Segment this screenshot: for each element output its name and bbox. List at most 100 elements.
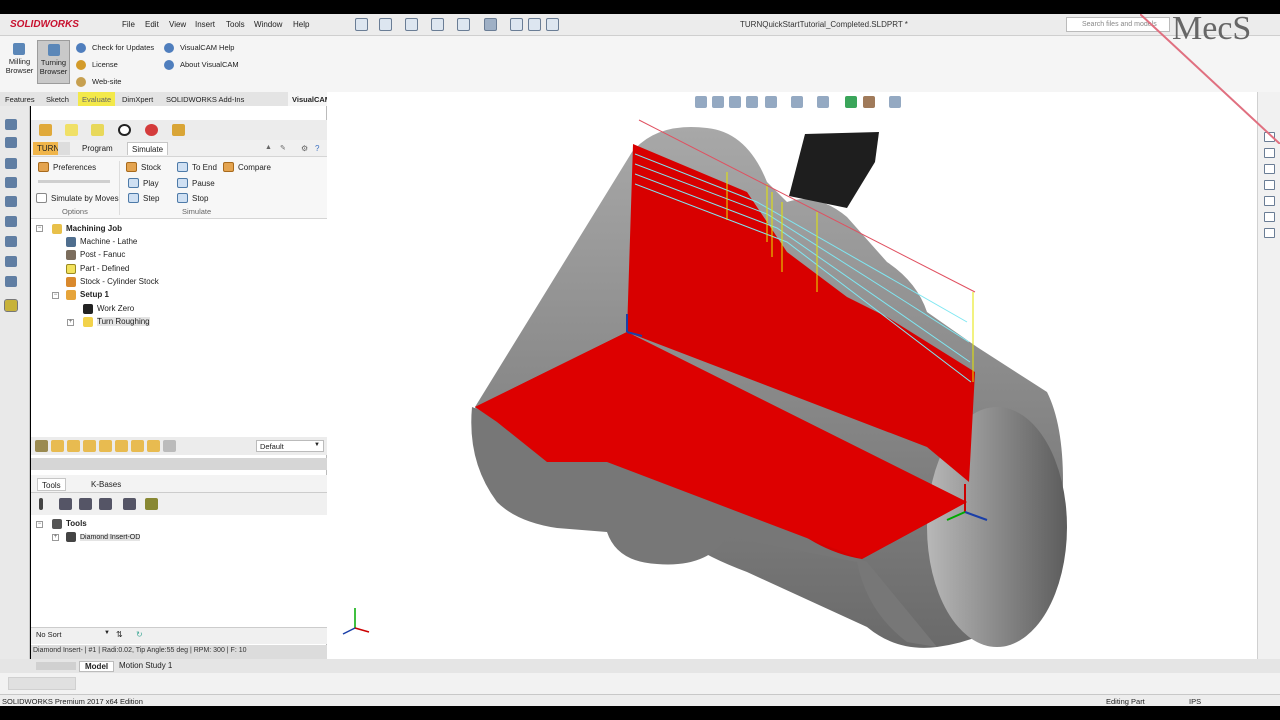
view-palette-icon[interactable] <box>1264 196 1275 206</box>
tool-icon[interactable] <box>99 498 112 510</box>
play-button[interactable]: Play <box>128 178 159 188</box>
pause-button[interactable]: Pause <box>177 178 215 188</box>
units-status[interactable]: IPS <box>1189 697 1201 706</box>
tool-op-icon[interactable] <box>115 440 128 452</box>
post-icon[interactable] <box>172 124 185 136</box>
feature-manager-icon[interactable] <box>5 119 17 130</box>
menu-view[interactable]: View <box>169 20 186 29</box>
config-manager-icon[interactable] <box>5 158 17 169</box>
undo-icon[interactable] <box>457 18 470 31</box>
custom-properties-icon[interactable] <box>1264 228 1275 238</box>
expand-toggle[interactable]: + <box>67 319 74 326</box>
tool-op-icon[interactable] <box>131 440 144 452</box>
tab-model[interactable]: Model <box>79 661 115 672</box>
license-button[interactable]: License <box>76 60 118 70</box>
tool-op-icon[interactable] <box>51 440 64 452</box>
file-properties-icon[interactable] <box>528 18 541 31</box>
tools-root[interactable]: Tools <box>52 519 87 529</box>
menu-window[interactable]: Window <box>254 20 282 29</box>
open-icon[interactable] <box>379 18 392 31</box>
website-button[interactable]: Web-site <box>76 77 121 87</box>
section-view-icon[interactable] <box>746 96 758 108</box>
property-manager-icon[interactable] <box>5 137 17 148</box>
expand-toggle[interactable]: − <box>36 521 43 528</box>
appearance-icon[interactable] <box>5 216 17 227</box>
speed-slider[interactable] <box>38 180 110 183</box>
tool-icon[interactable] <box>59 498 72 510</box>
tree-item-machining-job[interactable]: Machining Job <box>52 224 122 234</box>
tab-tools[interactable]: Tools <box>37 478 66 491</box>
expand-toggle[interactable]: − <box>52 292 59 299</box>
tree-item-turn-roughing[interactable]: Turn Roughing <box>83 317 150 327</box>
crosshair-icon[interactable] <box>118 124 131 136</box>
tool-icon[interactable] <box>145 498 158 510</box>
hide-show-icon[interactable] <box>817 96 829 108</box>
scene-icon[interactable] <box>863 96 875 108</box>
dimxpert-icon[interactable] <box>5 177 17 188</box>
visualcam-help-button[interactable]: VisualCAM Help <box>164 43 234 53</box>
tool-op-icon[interactable] <box>99 440 112 452</box>
appearances-icon[interactable] <box>1264 212 1275 222</box>
tool-icon[interactable] <box>79 498 92 510</box>
tab-addins[interactable]: SOLIDWORKS Add-Ins <box>166 92 244 106</box>
mill-tool-icon[interactable] <box>5 236 17 247</box>
tool-op-icon[interactable] <box>83 440 96 452</box>
zoom-area-icon[interactable] <box>712 96 724 108</box>
tab-simulate[interactable]: Simulate <box>127 142 169 155</box>
lathe-icon[interactable] <box>58 142 70 155</box>
previous-view-icon[interactable] <box>729 96 741 108</box>
tool-icon[interactable] <box>123 498 136 510</box>
tree-item-work-zero[interactable]: Work Zero <box>83 304 134 314</box>
tree-item-setup[interactable]: Setup 1 <box>66 290 109 300</box>
simulate-by-moves-checkbox[interactable]: Simulate by Moves <box>36 193 119 203</box>
check-updates-button[interactable]: Check for Updates <box>76 43 154 53</box>
tree-item-machine[interactable]: Machine - Lathe <box>66 237 137 247</box>
machining-job-icon[interactable] <box>39 124 52 136</box>
display-style-icon[interactable] <box>791 96 803 108</box>
new-icon[interactable] <box>355 18 368 31</box>
turn-tool-icon[interactable] <box>5 256 17 267</box>
tab-sketch[interactable]: Sketch <box>46 92 69 106</box>
menu-edit[interactable]: Edit <box>145 20 159 29</box>
tab-evaluate[interactable]: Evaluate <box>78 92 116 106</box>
tab-scroll[interactable] <box>36 662 76 670</box>
zoom-fit-icon[interactable] <box>695 96 707 108</box>
panel-splitter[interactable] <box>31 458 327 470</box>
expand-toggle[interactable]: + <box>52 534 59 541</box>
pin-icon[interactable]: ✎ <box>276 142 290 155</box>
menu-tools[interactable]: Tools <box>226 20 245 29</box>
sort-order-icon[interactable]: ⇅ <box>116 630 123 639</box>
stock-button[interactable]: Stock <box>126 162 161 172</box>
visualcam-icon[interactable] <box>4 299 18 312</box>
color-wheel-icon[interactable] <box>145 124 158 136</box>
tool-op-icon[interactable] <box>35 440 48 452</box>
tab-features[interactable]: Features <box>5 92 35 106</box>
help-icon[interactable]: ? <box>311 142 323 155</box>
menu-file[interactable]: File <box>122 20 135 29</box>
menu-insert[interactable]: Insert <box>195 20 215 29</box>
tool-op-icon[interactable] <box>67 440 80 452</box>
options-gear-icon[interactable] <box>546 18 559 31</box>
tools-icon[interactable] <box>91 124 104 136</box>
step-button[interactable]: Step <box>128 193 159 203</box>
tree-item-stock[interactable]: Stock - Cylinder Stock <box>66 277 159 287</box>
turning-browser-button[interactable]: Turning Browser <box>37 40 70 84</box>
to-end-button[interactable]: To End <box>177 162 217 172</box>
appearance-icon[interactable] <box>845 96 857 108</box>
rebuild-icon[interactable] <box>510 18 523 31</box>
about-visualcam-button[interactable]: About VisualCAM <box>164 60 239 70</box>
default-select[interactable]: Default ▼ <box>256 440 324 452</box>
stop-button[interactable]: Stop <box>177 193 208 203</box>
save-icon[interactable] <box>405 18 418 31</box>
refresh-icon[interactable]: ↻ <box>136 630 143 639</box>
print-icon[interactable] <box>431 18 444 31</box>
tool-item-diamond-insert[interactable]: Diamond Insert-OD <box>66 532 141 542</box>
design-library-icon[interactable] <box>1264 164 1275 174</box>
sort-select[interactable]: No Sort ▼ <box>34 629 112 641</box>
milling-browser-button[interactable]: Milling Browser <box>3 40 36 84</box>
expand-toggle[interactable]: − <box>36 225 43 232</box>
preferences-button[interactable]: Preferences <box>38 162 96 172</box>
select-icon[interactable] <box>484 18 497 31</box>
resources-icon[interactable] <box>1264 148 1275 158</box>
tree-item-part[interactable]: Part - Defined <box>66 264 129 274</box>
